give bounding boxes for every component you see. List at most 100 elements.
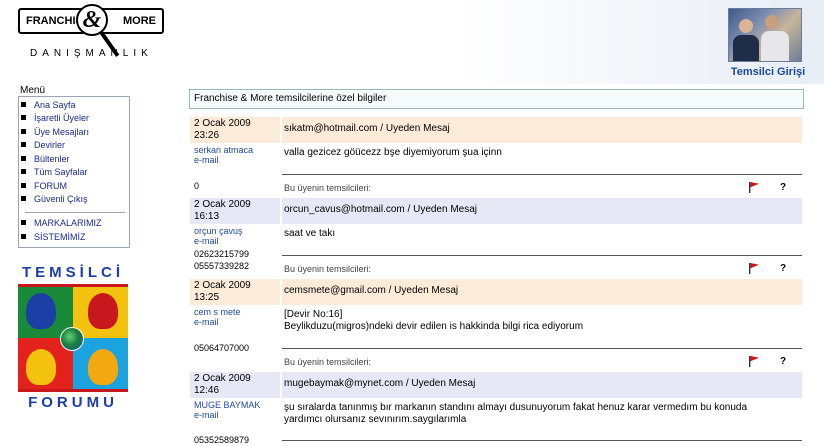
message-divider [282, 174, 802, 175]
message-date-cell: 2 Ocak 2009 16:13 [190, 198, 280, 224]
sender-email-link[interactable]: e-mail [194, 410, 280, 420]
menu-divider [25, 212, 125, 213]
bullet-icon [21, 234, 26, 239]
page-header: FRANCHISE MORE & DANIŞMANLIK Temsilci Gi… [0, 0, 824, 84]
bullet-icon [21, 102, 26, 107]
message-date-cell: 2 Ocak 2009 12:46 [190, 372, 280, 398]
help-icon[interactable]: ? [780, 182, 786, 193]
sidebar-item-bultenler[interactable]: Bültenler [21, 154, 70, 167]
representatives-label: Bu üyenin temsilcileri: [284, 183, 372, 193]
company-logo[interactable]: FRANCHISE MORE & DANIŞMANLIK [18, 4, 168, 68]
sidebar-item-label: SİSTEMİMİZ [34, 232, 86, 242]
message-body: saat ve takı [284, 228, 800, 240]
sidebar-item-label: Üye Mesajları [34, 127, 90, 137]
bullet-icon [21, 183, 26, 188]
forum-banner[interactable]: TEMSİLCİ FORUMU [16, 264, 130, 412]
message-body-line: valla gezicez göücezz bşe diyemiyorum şu… [284, 147, 502, 158]
sidebar-item-guvenli-cikis[interactable]: Güvenli Çıkış [21, 194, 88, 207]
message-body-line-2: yardımcı olursanız sevınırım.saygılarıml… [284, 414, 467, 425]
sidebar-item-tum-sayfalar[interactable]: Tüm Sayfalar [21, 167, 88, 180]
message-date-cell: 2 Ocak 2009 23:26 [190, 117, 280, 143]
message-body-line: [Devir No:16] [284, 309, 343, 320]
flag-icon[interactable] [748, 181, 760, 193]
help-icon[interactable]: ? [780, 356, 786, 367]
message-email[interactable]: mugebaymak@mynet.com / Uyeden Mesaj [282, 372, 802, 398]
rep-login-link[interactable]: Temsilci Girişi [718, 66, 818, 78]
representative-photo [728, 8, 802, 62]
message-item: 2 Ocak 2009 23:26 sıkatm@hotmail.com / U… [190, 117, 802, 197]
message-date: 2 Ocak 2009 [194, 199, 251, 210]
sidebar-item-ana-sayfa[interactable]: Ana Sayfa [21, 100, 76, 113]
sender-email-link[interactable]: e-mail [194, 317, 280, 327]
representatives-label: Bu üyenin temsilcileri: [284, 357, 372, 367]
message-divider [282, 440, 802, 441]
message-divider [282, 348, 802, 349]
message-time: 16:13 [194, 211, 220, 222]
globe-icon [60, 327, 84, 351]
bullet-icon [21, 129, 26, 134]
message-body-line: şu sıralarda tanınmış bır markanın stand… [284, 402, 748, 413]
bullet-icon [21, 220, 26, 225]
forum-banner-bottom-text: FORUMU [28, 394, 118, 411]
sidebar-item-isaretli-uyeler[interactable]: İşaretli Üyeler [21, 113, 89, 126]
message-time: 13:25 [194, 292, 220, 303]
sidebar-item-uye-mesajlari[interactable]: Üye Mesajları [21, 127, 89, 140]
message-sender[interactable]: serkan atmaca e-mail [194, 145, 280, 165]
message-item: 2 Ocak 2009 16:13 orcun_cavus@hotmail.co… [190, 198, 802, 278]
sender-name[interactable]: cem s mete [194, 307, 280, 317]
sidebar-item-label: İşaretli Üyeler [34, 113, 90, 123]
flag-icon[interactable] [748, 262, 760, 274]
message-body: şu sıralarda tanınmış bır markanın stand… [284, 402, 800, 426]
sender-phone: 0 [194, 181, 200, 191]
forum-banner-top-text: TEMSİLCİ [22, 264, 124, 281]
message-email[interactable]: cemsmete@gmail.com / Uyeden Mesaj [282, 279, 802, 305]
sidebar-menu: Ana Sayfa İşaretli Üyeler Üye Mesajları … [18, 96, 130, 248]
bullet-icon [21, 169, 26, 174]
sender-name[interactable]: MUGE BAYMAK [194, 400, 280, 410]
sidebar-item-label: Ana Sayfa [34, 100, 76, 110]
logo-subtitle: DANIŞMANLIK [30, 48, 153, 59]
message-body: [Devir No:16] Beylikduzu(migros)ndeki de… [284, 309, 800, 333]
sidebar-item-markalarimiz[interactable]: MARKALARIMIZ [21, 218, 102, 231]
message-divider [282, 255, 802, 256]
message-date: 2 Ocak 2009 [194, 373, 251, 384]
sender-phone: 02623215799 [194, 249, 250, 259]
sender-phone: 05352589879 [194, 435, 250, 445]
message-item: 2 Ocak 2009 13:25 cemsmete@gmail.com / U… [190, 279, 802, 371]
message-sender[interactable]: MUGE BAYMAK e-mail [194, 400, 280, 420]
message-body-line: saat ve takı [284, 228, 336, 239]
forum-banner-art [18, 284, 128, 392]
menu-title: Menü [20, 85, 46, 96]
message-date: 2 Ocak 2009 [194, 280, 251, 291]
message-email[interactable]: sıkatm@hotmail.com / Uyeden Mesaj [282, 117, 802, 143]
message-item: 2 Ocak 2009 12:46 mugebaymak@mynet.com /… [190, 372, 802, 446]
help-icon[interactable]: ? [780, 263, 786, 274]
sender-email-link[interactable]: e-mail [194, 236, 280, 246]
sidebar-item-devirler[interactable]: Devirler [21, 140, 65, 153]
sidebar-item-label: Bültenler [34, 154, 70, 164]
sender-email-link[interactable]: e-mail [194, 155, 280, 165]
flag-icon[interactable] [748, 355, 760, 367]
sender-name[interactable]: orçun çavuş [194, 226, 280, 236]
message-sender[interactable]: orçun çavuş e-mail [194, 226, 280, 246]
message-body-line-2: Beylikduzu(migros)ndeki devir edilen is … [284, 321, 584, 332]
message-date-cell: 2 Ocak 2009 13:25 [190, 279, 280, 305]
message-email[interactable]: orcun_cavus@hotmail.com / Uyeden Mesaj [282, 198, 802, 224]
message-body: valla gezicez göücezz bşe diyemiyorum şu… [284, 147, 800, 159]
info-notice: Franchise & More temsilcilerine özel bil… [189, 89, 804, 109]
bullet-icon [21, 196, 26, 201]
sender-phone: 05064707000 [194, 343, 250, 353]
bullet-icon [21, 156, 26, 161]
message-sender[interactable]: cem s mete e-mail [194, 307, 280, 327]
message-date: 2 Ocak 2009 [194, 118, 251, 129]
sender-name[interactable]: serkan atmaca [194, 145, 280, 155]
sidebar-item-label: FORUM [34, 181, 67, 191]
sidebar-item-label: Devirler [34, 140, 66, 150]
sidebar-item-sistemimiz[interactable]: SİSTEMİMİZ [21, 232, 86, 245]
bullet-icon [21, 115, 26, 120]
sender-phone-2: 05557339282 [194, 261, 250, 271]
sidebar-item-forum[interactable]: FORUM [21, 181, 67, 194]
logo-text-right: MORE [123, 15, 156, 27]
message-time: 12:46 [194, 385, 220, 396]
message-time: 23:26 [194, 130, 220, 141]
